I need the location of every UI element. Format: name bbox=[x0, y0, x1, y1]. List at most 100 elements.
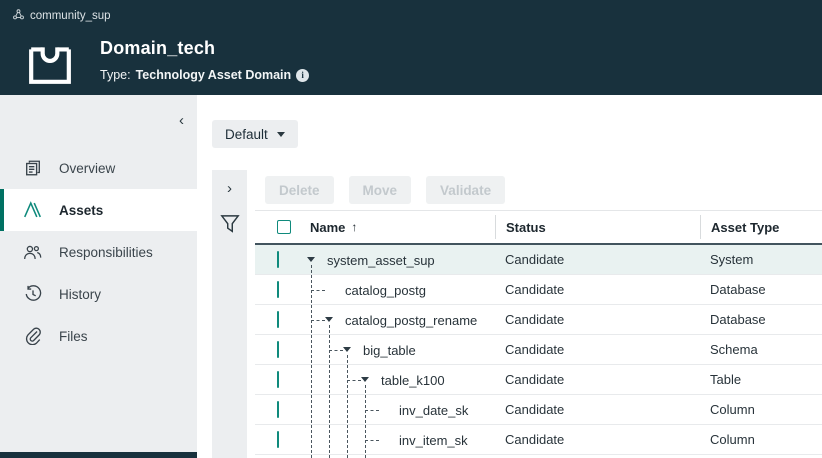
sidebar-item-overview[interactable]: Overview bbox=[0, 147, 197, 189]
asset-type-cell: Database bbox=[700, 282, 822, 297]
asset-name-link[interactable]: inv_date_sk bbox=[399, 395, 468, 425]
page-title: Domain_tech bbox=[100, 38, 215, 59]
tree-collapse-icon[interactable] bbox=[325, 317, 333, 322]
asset-name-link[interactable]: system_asset_sup bbox=[327, 245, 435, 275]
expand-panel-button[interactable]: › bbox=[212, 170, 247, 206]
column-header-asset-type[interactable]: Asset Type bbox=[700, 215, 822, 239]
app-window: community_sup Domain_tech Type: Technolo… bbox=[0, 0, 822, 458]
info-icon[interactable]: i bbox=[296, 69, 309, 82]
sidebar-nav: Overview Assets Responsibilities History Fil… bbox=[0, 147, 197, 357]
asset-type-line: Type: Technology Asset Domain i bbox=[100, 68, 309, 82]
breadcrumb[interactable]: community_sup bbox=[13, 9, 111, 23]
breadcrumb-label: community_sup bbox=[30, 10, 111, 22]
domain-icon bbox=[27, 40, 73, 86]
delete-button[interactable]: Delete bbox=[265, 176, 334, 204]
sidebar-item-label: Files bbox=[59, 329, 88, 344]
tree-connector bbox=[365, 440, 379, 441]
sort-asc-icon: ↑ bbox=[351, 220, 357, 234]
tree-connector bbox=[329, 350, 343, 351]
status-cell: Candidate bbox=[495, 282, 700, 297]
community-icon bbox=[13, 9, 24, 23]
row-checkbox-cell bbox=[255, 372, 300, 387]
sidebar-item-files[interactable]: Files bbox=[0, 315, 197, 357]
tree-collapse-icon[interactable] bbox=[361, 377, 369, 382]
table-header-row: Name↑StatusAsset Type bbox=[255, 210, 822, 245]
history-icon bbox=[23, 285, 42, 304]
row-checkbox-cell bbox=[255, 342, 300, 357]
filter-icon[interactable] bbox=[212, 214, 247, 236]
asset-type-cell: Column bbox=[700, 402, 822, 417]
status-cell: Candidate bbox=[495, 252, 700, 267]
column-header-name[interactable]: Name↑ bbox=[300, 215, 495, 239]
sidebar-collapse-icon[interactable]: ‹ bbox=[179, 113, 184, 128]
people-icon bbox=[23, 243, 42, 262]
status-cell: Candidate bbox=[495, 372, 700, 387]
asset-type-cell: Database bbox=[700, 312, 822, 327]
table-body: system_asset_supCandidateSystemcatalog_p… bbox=[255, 245, 822, 455]
type-value: Technology Asset Domain bbox=[136, 68, 292, 82]
table-row[interactable]: table_k100 CandidateTable bbox=[255, 365, 822, 395]
row-checkbox[interactable] bbox=[277, 401, 279, 418]
table-row[interactable]: system_asset_sup CandidateSystem bbox=[255, 245, 822, 275]
sidebar-item-label: Assets bbox=[59, 203, 103, 218]
sidebar-item-assets[interactable]: Assets bbox=[0, 189, 197, 231]
asset-name-link[interactable]: catalog_postg_rename bbox=[345, 305, 477, 335]
sidebar-item-history[interactable]: History bbox=[0, 273, 197, 315]
view-selector-button[interactable]: Default bbox=[212, 120, 298, 148]
tree-connector bbox=[347, 380, 361, 381]
asset-type-cell: Schema bbox=[700, 342, 822, 357]
asset-name-link[interactable]: inv_item_sk bbox=[399, 425, 468, 455]
row-checkbox[interactable] bbox=[277, 431, 279, 448]
row-checkbox-cell bbox=[255, 312, 300, 327]
row-checkbox-cell bbox=[255, 282, 300, 297]
side-rail: › bbox=[212, 170, 247, 458]
page-header: community_sup Domain_tech Type: Technolo… bbox=[0, 0, 822, 95]
tree-collapse-icon[interactable] bbox=[307, 257, 315, 262]
asset-type-cell: System bbox=[700, 252, 822, 267]
column-header-status[interactable]: Status bbox=[495, 215, 700, 239]
assets-table: Name↑StatusAsset Type system_asset_sup Ca… bbox=[255, 210, 822, 458]
sidebar-item-responsibilities[interactable]: Responsibilities bbox=[0, 231, 197, 273]
status-cell: Candidate bbox=[495, 312, 700, 327]
asset-name-link[interactable]: table_k100 bbox=[381, 365, 445, 395]
row-checkbox[interactable] bbox=[277, 341, 279, 358]
select-all-checkbox[interactable] bbox=[277, 220, 291, 234]
sidebar-bottom-strip bbox=[0, 452, 197, 458]
status-cell: Candidate bbox=[495, 402, 700, 417]
tree-connector bbox=[311, 320, 325, 321]
sidebar-item-label: Overview bbox=[59, 161, 115, 176]
tree-collapse-icon[interactable] bbox=[343, 347, 351, 352]
type-label: Type: bbox=[100, 68, 131, 82]
assets-icon bbox=[23, 201, 42, 220]
validate-button[interactable]: Validate bbox=[426, 176, 505, 204]
asset-name-link[interactable]: big_table bbox=[363, 335, 416, 365]
row-checkbox-cell bbox=[255, 252, 300, 267]
chevron-down-icon bbox=[277, 132, 285, 137]
row-checkbox[interactable] bbox=[277, 251, 279, 268]
table-row[interactable]: catalog_postg CandidateDatabase bbox=[255, 275, 822, 305]
tree-connector bbox=[365, 410, 379, 411]
table-row[interactable]: inv_date_sk CandidateColumn bbox=[255, 395, 822, 425]
asset-type-cell: Table bbox=[700, 372, 822, 387]
bulk-actions-toolbar: Delete Move Validate bbox=[265, 176, 505, 204]
row-checkbox[interactable] bbox=[277, 311, 279, 328]
asset-name-link[interactable]: catalog_postg bbox=[345, 275, 426, 305]
row-checkbox-cell bbox=[255, 402, 300, 417]
asset-type-cell: Column bbox=[700, 432, 822, 447]
move-button[interactable]: Move bbox=[349, 176, 412, 204]
paperclip-icon bbox=[23, 327, 42, 346]
sidebar-item-label: Responsibilities bbox=[59, 245, 153, 260]
table-row[interactable]: inv_item_sk CandidateColumn bbox=[255, 425, 822, 455]
table-row[interactable]: catalog_postg_rename CandidateDatabase bbox=[255, 305, 822, 335]
status-cell: Candidate bbox=[495, 342, 700, 357]
document-icon bbox=[23, 159, 42, 178]
sidebar-item-label: History bbox=[59, 287, 101, 302]
row-checkbox-cell bbox=[255, 432, 300, 447]
select-all-checkbox-cell bbox=[255, 215, 300, 239]
status-cell: Candidate bbox=[495, 432, 700, 447]
view-selector-label: Default bbox=[225, 127, 268, 142]
row-checkbox[interactable] bbox=[277, 281, 279, 298]
table-row[interactable]: big_table CandidateSchema bbox=[255, 335, 822, 365]
row-checkbox[interactable] bbox=[277, 371, 279, 388]
sidebar: ‹ Overview Assets Responsibilities History F… bbox=[0, 95, 197, 458]
